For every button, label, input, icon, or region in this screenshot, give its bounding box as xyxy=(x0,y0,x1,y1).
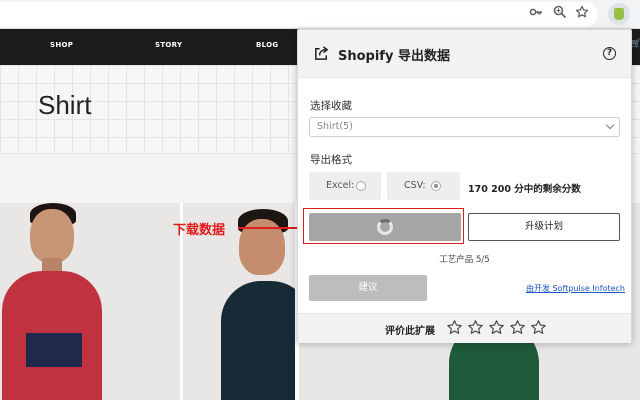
annotation-label: 下载数据 xyxy=(173,223,226,238)
model-shirt xyxy=(221,281,295,400)
bookmark-star-icon[interactable] xyxy=(573,5,591,23)
annotation-highlight-box xyxy=(303,208,464,244)
collection-value: Shirt(5) xyxy=(317,121,353,132)
page-title: Shirt xyxy=(38,90,92,120)
help-icon[interactable]: ? xyxy=(603,47,616,60)
extension-icon[interactable] xyxy=(608,3,630,25)
product-count: 工艺产品 5/5 xyxy=(439,255,490,265)
nav-blog[interactable]: BLOG xyxy=(256,41,278,49)
export-icon xyxy=(315,46,329,60)
rating-star-icon[interactable] xyxy=(530,319,547,336)
popup-header: Shopify 导出数据 ? xyxy=(298,30,631,78)
address-bar[interactable] xyxy=(0,2,598,27)
product-card[interactable] xyxy=(0,203,180,400)
collection-select[interactable]: Shirt(5) xyxy=(309,117,620,137)
nav-story[interactable]: STORY xyxy=(155,41,182,49)
format-csv-label: CSV: xyxy=(404,180,426,191)
rating-star-icon[interactable] xyxy=(488,319,505,336)
collection-label: 选择收藏 xyxy=(310,100,352,112)
format-csv-option[interactable]: CSV: xyxy=(387,172,460,200)
nav-shop[interactable]: SHOP xyxy=(50,41,73,49)
rate-label: 评价此扩展 xyxy=(385,326,435,337)
popup-title: Shopify 导出数据 xyxy=(338,49,450,64)
shopify-leaf-icon xyxy=(614,8,624,20)
credits-remaining: 170 200 分中的剩余分数 xyxy=(468,184,581,195)
format-label: 导出格式 xyxy=(310,154,352,166)
rating-star-icon[interactable] xyxy=(509,319,526,336)
format-excel-option[interactable]: Excel: xyxy=(309,172,381,200)
rating-star-icon[interactable] xyxy=(467,319,484,336)
chevron-down-icon xyxy=(605,120,615,130)
annotation-arrow xyxy=(238,223,305,233)
csv-radio[interactable] xyxy=(431,181,441,191)
developer-link[interactable]: 由开发 Softpulse Infotech xyxy=(526,283,625,294)
excel-radio[interactable] xyxy=(356,181,366,191)
rate-bar: 评价此扩展 xyxy=(298,313,631,343)
upgrade-plan-button[interactable]: 升级计划 xyxy=(468,213,620,241)
extension-popup: Shopify 导出数据 ? 选择收藏 Shirt(5) 导出格式 Excel:… xyxy=(297,29,632,343)
suggest-button[interactable]: 建议 xyxy=(309,275,427,301)
model-head xyxy=(30,209,74,263)
rating-star-icon[interactable] xyxy=(446,319,463,336)
shirt-panel xyxy=(26,333,82,367)
zoom-icon[interactable] xyxy=(551,5,569,23)
format-excel-label: Excel: xyxy=(326,180,355,191)
browser-toolbar xyxy=(0,0,640,29)
key-icon[interactable] xyxy=(527,5,545,23)
